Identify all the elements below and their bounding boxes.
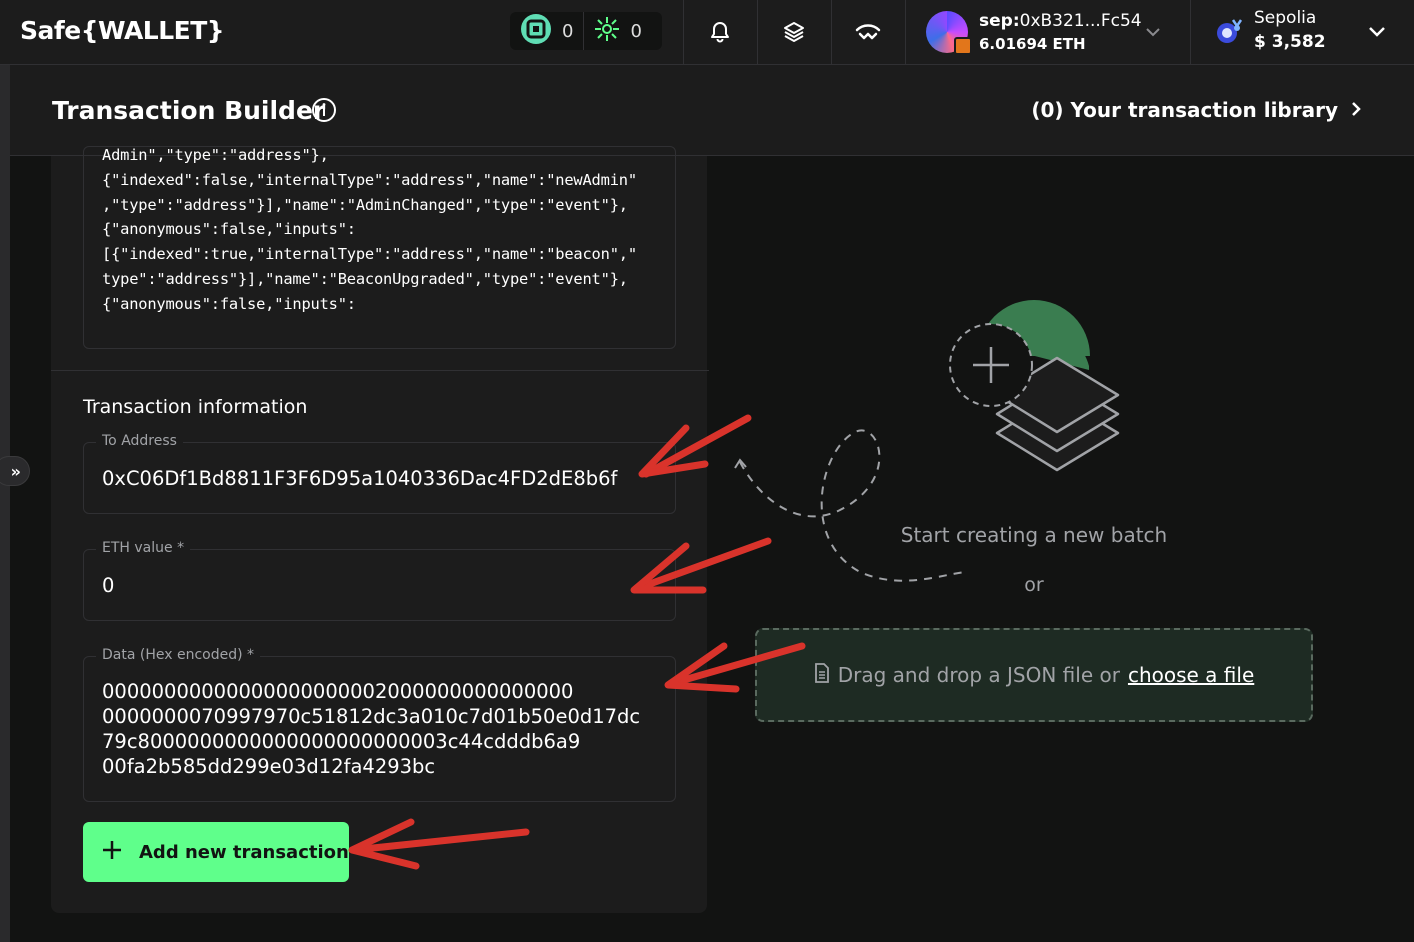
eth-value-label: ETH value * — [96, 540, 191, 556]
safe-apps-icon — [520, 13, 552, 49]
to-address-field[interactable]: To Address 0xC06Df1Bd8811F3F6D95a1040336… — [83, 433, 676, 514]
expand-sidebar-button[interactable]: » — [0, 456, 30, 486]
activity-counter[interactable]: 0 — [583, 12, 651, 50]
chevron-right-icon — [1350, 98, 1362, 122]
metamask-icon — [954, 37, 972, 55]
header-divider — [757, 0, 758, 65]
data-hex-value: 00000000000000000000002000000000000000 0… — [102, 680, 641, 778]
layers-icon[interactable] — [780, 18, 808, 46]
double-chevron-right-icon: » — [10, 461, 21, 481]
choose-file-link[interactable]: choose a file — [1128, 663, 1254, 687]
transaction-library-link[interactable]: (0) Your transaction library — [1031, 98, 1362, 122]
page-title: Transaction Builder — [52, 96, 326, 125]
add-new-transaction-label: Add new transaction — [139, 841, 349, 863]
network-name: Sepolia — [1254, 8, 1317, 28]
data-hex-label: Data (Hex encoded) * — [96, 647, 261, 663]
chevron-down-icon[interactable] — [1145, 24, 1161, 44]
header-divider — [1190, 0, 1191, 65]
account-address: sep:0xB321...Fc54 — [979, 11, 1142, 31]
transaction-form-panel: Admin","type":"address"}, {"indexed":fals… — [51, 146, 709, 913]
header-divider — [683, 0, 684, 65]
network-icon — [1213, 16, 1245, 50]
walletconnect-icon[interactable] — [854, 18, 882, 46]
star-burst-icon — [594, 16, 620, 46]
app-subheader: Transaction Builder (0) Your transaction… — [10, 65, 1414, 156]
header-divider — [905, 0, 906, 65]
network-balance: $ 3,582 — [1254, 32, 1326, 52]
transaction-info-title: Transaction information — [83, 396, 308, 418]
transaction-library-label: (0) Your transaction library — [1031, 98, 1338, 122]
add-new-transaction-button[interactable]: Add new transaction — [83, 822, 349, 882]
data-hex-field[interactable]: Data (Hex encoded) * 0000000000000000000… — [83, 647, 676, 802]
to-address-label: To Address — [96, 433, 183, 449]
safe-apps-counter[interactable]: 0 — [510, 12, 583, 50]
header-counters: 0 0 — [510, 12, 662, 50]
abi-text: Admin","type":"address"}, {"indexed":fals… — [102, 146, 637, 313]
empty-state-or: or — [1024, 574, 1044, 596]
activity-count: 0 — [630, 20, 642, 42]
account-balance: 6.01694 ETH — [979, 35, 1086, 53]
empty-state-title: Start creating a new batch — [900, 523, 1168, 547]
to-address-value: 0xC06Df1Bd8811F3F6D95a1040336Dac4FD2dE8b… — [102, 467, 618, 490]
sidebar-gutter — [0, 65, 10, 942]
info-icon[interactable] — [311, 97, 337, 123]
notifications-bell-icon[interactable] — [706, 18, 734, 46]
eth-value-field[interactable]: ETH value * 0 — [83, 540, 676, 621]
eth-value-value: 0 — [102, 574, 115, 597]
safe-apps-count: 0 — [562, 20, 574, 42]
chevron-down-icon[interactable] — [1368, 22, 1386, 44]
file-icon — [814, 662, 830, 688]
empty-batch-illustration — [940, 295, 1130, 485]
safe-wallet-logo[interactable]: Safe{WALLET} — [20, 16, 225, 45]
header-divider — [831, 0, 832, 65]
section-divider — [51, 370, 709, 371]
dropzone-text: Drag and drop a JSON file or — [837, 663, 1120, 687]
json-dropzone[interactable]: Drag and drop a JSON file or choose a fi… — [755, 628, 1313, 722]
abi-textarea[interactable]: Admin","type":"address"}, {"indexed":fals… — [83, 146, 676, 349]
plus-icon — [101, 839, 123, 866]
top-header: Safe{WALLET} 0 0 sep:0xB321...Fc54 6.016… — [0, 0, 1414, 65]
